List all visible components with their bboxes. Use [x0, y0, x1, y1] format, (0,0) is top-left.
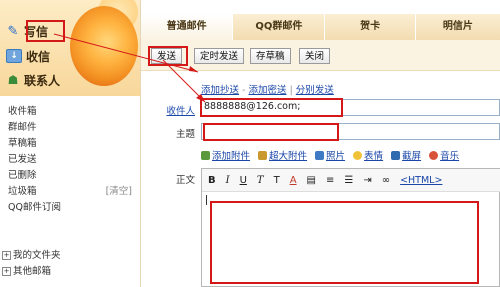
big-attachment-button[interactable]: 超大附件: [258, 148, 307, 162]
folder-junk[interactable]: 垃圾箱 [清空]: [8, 184, 132, 200]
indent-icon[interactable]: ⇥: [363, 175, 371, 186]
inbox-label: 收信: [26, 49, 51, 64]
scheduled-send-button[interactable]: 定时发送: [194, 48, 245, 64]
font-family-button[interactable]: T: [257, 175, 264, 186]
empty-junk-link[interactable]: [清空]: [106, 184, 132, 200]
link-icon[interactable]: ∞: [382, 175, 390, 186]
folder-sent[interactable]: 已发送: [8, 152, 132, 168]
html-mode-link[interactable]: <HTML>: [400, 175, 442, 186]
tab-qq-group-mail[interactable]: QQ群邮件: [233, 14, 326, 40]
compose-tabs: 普通邮件 QQ群邮件 贺卡 明信片: [141, 14, 500, 41]
folder-list: 收件箱 群邮件 草稿箱 已发送 已删除 垃圾箱 [清空] QQ邮件订阅: [8, 104, 132, 216]
add-bcc-link[interactable]: 添加密送: [249, 85, 287, 96]
music-icon: [429, 150, 439, 160]
inbox-button[interactable]: ↓ 收信: [6, 47, 50, 65]
tab-greeting-card[interactable]: 贺卡: [325, 14, 416, 40]
save-draft-button[interactable]: 存草稿: [250, 48, 291, 64]
big-attachment-icon: [258, 150, 268, 160]
folder-deleted[interactable]: 已删除: [8, 168, 132, 184]
photo-icon: [315, 150, 325, 160]
font-size-button[interactable]: T: [274, 175, 280, 186]
align-icon[interactable]: ≡: [326, 175, 334, 186]
folder-inbox[interactable]: 收件箱: [8, 104, 132, 120]
highlight-subject: [203, 123, 339, 141]
subject-label: 主题: [175, 129, 195, 140]
underline-button[interactable]: U: [240, 175, 247, 186]
separate-send-link[interactable]: 分别发送: [296, 85, 334, 96]
expand-icon[interactable]: +: [2, 251, 11, 260]
inbox-icon: ↓: [6, 49, 22, 63]
tree-my-folders[interactable]: + 我的文件夹: [0, 248, 140, 264]
recipient-label[interactable]: 收件人: [149, 103, 195, 117]
emoji-icon: [353, 150, 363, 160]
close-button[interactable]: 关闭: [299, 48, 331, 64]
pencil-icon: ✎: [7, 23, 19, 39]
italic-button[interactable]: I: [226, 175, 230, 186]
compose-toolbar: 发送 定时发送 存草稿 关闭: [141, 40, 500, 71]
tree-other-mailboxes[interactable]: + 其他邮箱: [0, 264, 140, 280]
body-label: 正文: [175, 175, 195, 186]
highlight-body: [210, 201, 479, 284]
contacts-label: 联系人: [24, 73, 61, 88]
highlight-write: [26, 20, 65, 42]
add-attachment-button[interactable]: 添加附件: [201, 148, 250, 162]
emoji-button[interactable]: 表情: [353, 148, 383, 162]
photo-button[interactable]: 照片: [315, 148, 345, 162]
music-button[interactable]: 音乐: [429, 148, 459, 162]
bold-button[interactable]: B: [208, 175, 216, 186]
tab-normal-mail[interactable]: 普通邮件: [141, 14, 234, 40]
folder-group-mail[interactable]: 群邮件: [8, 120, 132, 136]
compose-area: 普通邮件 QQ群邮件 贺卡 明信片 发送 定时发送 存草稿 关闭 添加抄送 - …: [141, 0, 500, 287]
add-cc-link[interactable]: 添加抄送: [201, 85, 239, 96]
folder-subscriptions[interactable]: QQ邮件订阅: [8, 200, 132, 216]
list-icon[interactable]: ☰: [344, 175, 353, 186]
screenshot-button[interactable]: 截屏: [391, 148, 421, 162]
highlight-send: [148, 46, 188, 66]
folder-drafts[interactable]: 草稿箱: [8, 136, 132, 152]
attachment-bar: 添加附件 超大附件 照片 表情 截屏 音乐: [201, 148, 459, 162]
background-color-icon[interactable]: ▤: [307, 175, 316, 186]
decor-orange: [70, 6, 138, 86]
editor-toolbar: B I U T T A ▤ ≡ ☰ ⇥ ∞ <HTML>: [202, 169, 500, 192]
separator: |: [289, 85, 293, 96]
recipient-options: 添加抄送 - 添加密送 | 分别发送: [201, 82, 334, 96]
separator: -: [242, 85, 246, 96]
highlight-recipient: [200, 98, 343, 117]
text-cursor: [206, 195, 207, 205]
folder-tree: + 我的文件夹 + 其他邮箱: [0, 248, 140, 280]
paperclip-icon: [201, 150, 210, 160]
font-color-button[interactable]: A: [290, 175, 297, 186]
sidebar: ✎ 写信 ↓ 收信 ☗ 联系人 收件箱 群邮件 草稿箱 已发送 已删除 垃圾箱[…: [0, 0, 141, 287]
contacts-icon: ☗: [7, 73, 19, 87]
expand-icon[interactable]: +: [2, 267, 11, 276]
contacts-button[interactable]: ☗ 联系人: [6, 71, 60, 89]
scissors-icon: [391, 150, 401, 160]
tab-postcard[interactable]: 明信片: [416, 14, 500, 40]
